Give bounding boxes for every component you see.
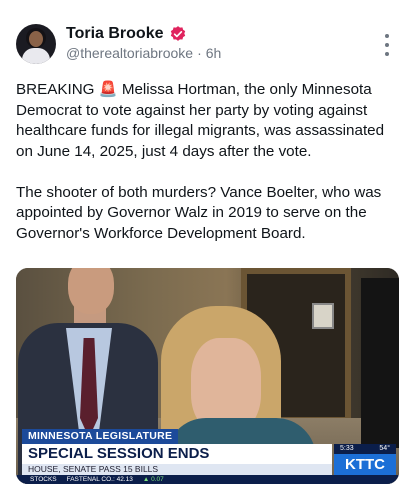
news-temperature: 54° (379, 445, 390, 452)
avatar[interactable] (16, 24, 56, 64)
author-handle[interactable]: @therealtoriabrooke (66, 45, 193, 61)
post-paragraph: BREAKING 🚨 Melissa Hortman, the only Min… (16, 81, 389, 160)
news-lower-third: MINNESOTA LEGISLATURE SPECIAL SESSION EN… (16, 428, 399, 484)
ticker-change: ▲ 0.07 (142, 476, 164, 483)
man-head (68, 268, 114, 314)
post-meta: @therealtoriabrooke · 6h (66, 45, 221, 61)
post-card: Toria Brooke @therealtoriabrooke · 6h BR… (0, 0, 416, 500)
news-headline: SPECIAL SESSION ENDS (22, 444, 332, 464)
news-tag: MINNESOTA LEGISLATURE (22, 429, 179, 444)
video-thumbnail[interactable]: MINNESOTA LEGISLATURE SPECIAL SESSION EN… (16, 268, 399, 484)
stock-ticker: STOCKS FASTENAL CO.: 42.13 ▲ 0.07 (16, 475, 399, 484)
news-subline: HOUSE, SENATE PASS 15 BILLS (22, 464, 332, 475)
ticker-label: STOCKS (30, 476, 57, 483)
verified-badge-icon (170, 26, 185, 41)
news-clock-weather: 5:33 54° (334, 444, 396, 454)
author-row: Toria Brooke (66, 24, 187, 44)
author-name[interactable]: Toria Brooke (66, 25, 164, 43)
ticker-item: FASTENAL CO.: 42.13 (66, 476, 133, 483)
post-paragraph: The shooter of both murders? Vance Boelt… (16, 183, 386, 242)
news-clock: 5:33 (340, 445, 354, 452)
post-timestamp[interactable]: 6h (206, 45, 222, 61)
scene-wall-panel (312, 303, 334, 329)
more-vertical-icon[interactable] (382, 34, 392, 56)
post-body: BREAKING 🚨 Melissa Hortman, the only Min… (16, 80, 396, 244)
meta-separator: · (197, 45, 202, 61)
scene-person-right (361, 278, 399, 448)
station-logo: KTTC (334, 454, 396, 475)
